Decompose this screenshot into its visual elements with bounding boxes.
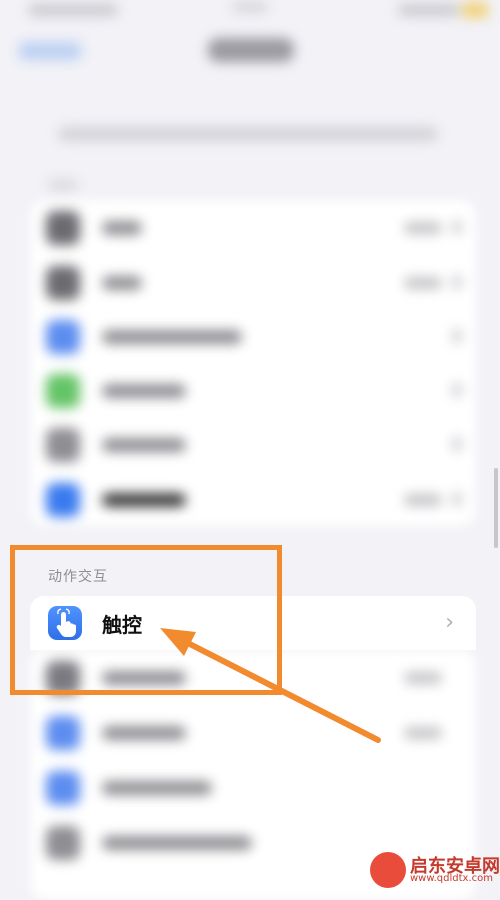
watermark-url: www.qdldtx.com: [410, 873, 493, 884]
watermark-logo: [370, 852, 406, 888]
annotation-arrow: [160, 628, 381, 743]
